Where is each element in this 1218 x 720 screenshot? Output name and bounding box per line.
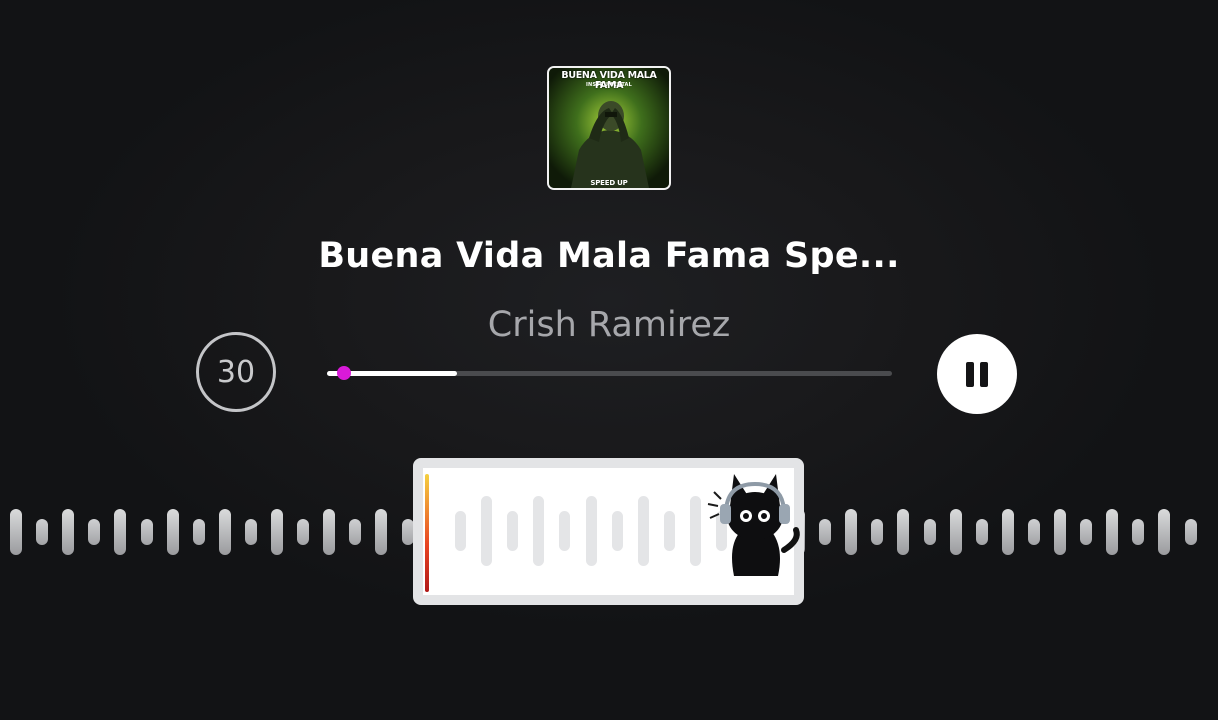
waveform-bar (975, 519, 988, 545)
artist-name: Crish Ramirez (487, 305, 731, 345)
waveform-bar (88, 519, 101, 545)
waveform-bar (819, 519, 832, 545)
waveform-bar (375, 509, 388, 555)
waveform-bar (271, 509, 283, 555)
waveform-bar (923, 519, 936, 545)
waveform-bar (1080, 519, 1093, 545)
pause-button[interactable] (937, 334, 1017, 414)
waveform-bar (323, 509, 336, 555)
waveform-bar (244, 519, 257, 545)
waveform-bar (1106, 509, 1119, 555)
selector-wave-bar (559, 511, 571, 551)
selector-wave-bar (481, 496, 493, 566)
waveform-bar (1027, 519, 1040, 545)
waveform-bar (218, 509, 231, 555)
selector-start-marker (425, 474, 429, 592)
track-title: Buena Vida Mala Fama Spe... (318, 236, 900, 276)
selector-wave-bar (455, 511, 466, 551)
waveform-bar (114, 509, 127, 555)
skip-30-icon: 30 (216, 354, 256, 390)
waveform-bar (949, 509, 962, 555)
waveform-bar (10, 509, 22, 555)
waveform-bar (140, 519, 153, 545)
waveform-bar (166, 509, 179, 555)
cover-title-text: BUENA VIDA MALA FAMA (561, 70, 657, 91)
waveform-bar (1001, 509, 1014, 555)
waveform-bar (1132, 519, 1145, 545)
music-sticker-screen: BUENA VIDA MALA FAMA INSTRUMENTAL SPEED … (0, 0, 1218, 720)
waveform-bar (349, 519, 362, 545)
waveform-bar (1184, 519, 1197, 545)
waveform-bar (297, 519, 310, 545)
progress-bar[interactable] (327, 371, 892, 376)
waveform-bar (192, 519, 205, 545)
selector-wave-bar (585, 496, 597, 566)
cover-subtitle-text: INSTRUMENTAL (585, 82, 633, 88)
cover-tag-text: SPEED UP (590, 179, 628, 187)
selector-wave-bar (611, 511, 623, 551)
selector-wave-bar (533, 496, 545, 566)
selector-wave-bar (637, 496, 649, 566)
waveform-bar (401, 519, 414, 545)
waveform-bar (871, 519, 884, 545)
waveform-bar (1054, 509, 1066, 555)
waveform-bar (1158, 509, 1171, 555)
pause-icon (963, 361, 991, 387)
selector-wave-bar (507, 511, 519, 551)
playhead-dot[interactable] (337, 366, 351, 380)
waveform-bar (62, 509, 75, 555)
album-cover: BUENA VIDA MALA FAMA INSTRUMENTAL SPEED … (547, 66, 671, 190)
waveform-bar (897, 509, 910, 555)
waveform-bar (845, 509, 858, 555)
skip-30-button[interactable]: 30 (196, 332, 276, 412)
selector-wave-bar (663, 511, 675, 551)
cat-with-headphones-sticker (707, 474, 800, 576)
waveform-bar (36, 519, 49, 545)
